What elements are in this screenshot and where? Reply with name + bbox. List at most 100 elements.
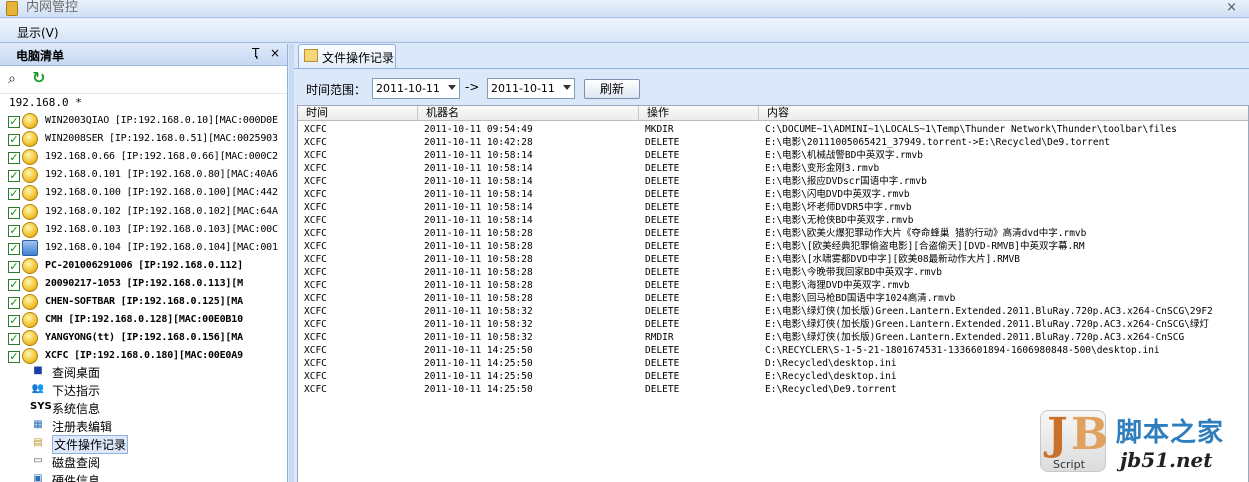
table-row[interactable]: XCFC 2011-10-11 10:58:32 RMDIR E:\电影\绿灯侠(加长… bbox=[298, 331, 1248, 344]
computer-item[interactable]: ✓ CHEN-SOFTBAR [IP:192.168.0.125][MA bbox=[8, 293, 287, 311]
check-icon[interactable]: ✓ bbox=[8, 170, 20, 183]
panel-close-icon[interactable]: × bbox=[270, 46, 280, 60]
table-cell: 2011-10-11 10:58:14 bbox=[424, 215, 533, 226]
check-icon[interactable]: ✓ bbox=[8, 134, 20, 147]
table-row[interactable]: XCFC 2011-10-11 10:58:14 DELETE E:\电影\机械战警B… bbox=[298, 149, 1248, 162]
computer-item[interactable]: ✓ YANGYONG(tt) [IP:192.168.0.156][MA bbox=[8, 329, 287, 347]
check-icon[interactable]: ✓ bbox=[8, 315, 20, 328]
table-cell: XCFC bbox=[304, 176, 327, 187]
table-cell: XCFC bbox=[304, 215, 327, 226]
binoculars-icon[interactable]: ⌕ bbox=[8, 71, 26, 87]
check-icon[interactable]: ✓ bbox=[8, 224, 20, 237]
column-header-operation[interactable]: 操作 bbox=[639, 106, 759, 121]
table-cell: 2011-10-11 10:58:28 bbox=[424, 293, 533, 304]
table-cell: XCFC bbox=[304, 228, 327, 239]
table-row[interactable]: XCFC 2011-10-11 10:58:28 DELETE E:\电影\[欧美经典… bbox=[298, 240, 1248, 253]
column-header-time[interactable]: 时间 bbox=[298, 106, 418, 121]
site-watermark: JB Script 脚本之家 jb51.net bbox=[1040, 409, 1245, 480]
table-row[interactable]: XCFC 2011-10-11 10:42:28 DELETE E:\电影\20111… bbox=[298, 136, 1248, 149]
table-row[interactable]: XCFC 2011-10-11 10:58:14 DELETE E:\电影\变形金刚3… bbox=[298, 162, 1248, 175]
table-row[interactable]: XCFC 2011-10-11 10:58:28 DELETE E:\电影\今晚带我回… bbox=[298, 266, 1248, 279]
table-cell: 2011-10-11 10:58:14 bbox=[424, 176, 533, 187]
table-row[interactable]: XCFC 2011-10-11 10:58:14 DELETE E:\电影\报应DVD… bbox=[298, 175, 1248, 188]
table-cell: XCFC bbox=[304, 267, 327, 278]
computer-label: CHEN-SOFTBAR [IP:192.168.0.125][MA bbox=[45, 296, 243, 307]
pin-icon[interactable]: Ҭ bbox=[252, 46, 259, 60]
table-row[interactable]: XCFC 2011-10-11 10:58:28 DELETE E:\电影\欧美火爆犯… bbox=[298, 227, 1248, 240]
table-cell: DELETE bbox=[645, 215, 680, 226]
check-icon[interactable]: ✓ bbox=[8, 297, 20, 309]
check-icon[interactable]: ✓ bbox=[8, 116, 20, 128]
computer-item[interactable]: ✓ 20090217-1053 [IP:192.168.0.113][M bbox=[8, 275, 287, 293]
check-icon[interactable]: ✓ bbox=[8, 188, 20, 201]
check-icon[interactable]: ✓ bbox=[8, 152, 20, 165]
check-icon[interactable]: ✓ bbox=[8, 242, 20, 255]
from-date-value: 2011-10-11 bbox=[376, 82, 440, 95]
check-icon[interactable]: ✓ bbox=[8, 206, 20, 219]
computer-item[interactable]: ✓ XCFC [IP:192.168.0.180][MAC:00E0A9 bbox=[8, 347, 287, 365]
smiley-icon bbox=[22, 348, 38, 365]
table-row[interactable]: XCFC 2011-10-11 10:58:28 DELETE E:\电影\[水啸雾都… bbox=[298, 253, 1248, 266]
table-row[interactable]: XCFC 2011-10-11 14:25:50 DELETE C:\RECYCLER… bbox=[298, 344, 1248, 357]
to-date-select[interactable]: 2011-10-11 bbox=[487, 78, 575, 99]
table-cell: DELETE bbox=[645, 228, 680, 239]
column-header-machine[interactable]: 机器名 bbox=[418, 106, 639, 121]
computer-item[interactable]: ✓ 192.168.0.66 [IP:192.168.0.66][MAC:000C… bbox=[8, 148, 287, 166]
table-cell: RMDIR bbox=[645, 332, 674, 343]
table-row[interactable]: XCFC 2011-10-11 10:58:32 DELETE E:\电影\绿灯侠(加… bbox=[298, 318, 1248, 331]
table-row[interactable]: XCFC 2011-10-11 09:54:49 MKDIR C:\DOCUME~1\… bbox=[298, 123, 1248, 136]
table-row[interactable]: XCFC 2011-10-11 14:25:50 DELETE E:\Recycled… bbox=[298, 383, 1248, 396]
computer-item[interactable]: ✓ 192.168.0.102 [IP:192.168.0.102][MAC:64… bbox=[8, 203, 287, 221]
check-icon[interactable]: ✓ bbox=[8, 278, 20, 291]
check-icon[interactable]: ✓ bbox=[8, 260, 20, 273]
refresh-button[interactable]: 刷新 bbox=[584, 79, 640, 99]
table-row[interactable]: XCFC 2011-10-11 10:58:32 DELETE E:\电影\绿灯侠(加… bbox=[298, 305, 1248, 318]
table-row[interactable]: XCFC 2011-10-11 14:25:50 DELETE D:\Recycled… bbox=[298, 357, 1248, 370]
computer-label: 192.168.0.100 [IP:192.168.0.100][MAC:442 bbox=[45, 187, 278, 199]
tree-root[interactable]: 192.168.0 * bbox=[9, 96, 82, 109]
smiley-icon bbox=[22, 330, 38, 347]
computer-item[interactable]: ✓ 192.168.0.101 [IP:192.168.0.80][MAC:40A… bbox=[8, 166, 287, 184]
check-icon[interactable]: ✓ bbox=[8, 351, 20, 364]
chevron-down-icon[interactable] bbox=[448, 85, 456, 90]
table-cell: XCFC bbox=[304, 124, 327, 135]
logo-script-text: Script bbox=[1053, 458, 1085, 471]
table-row[interactable]: XCFC 2011-10-11 10:58:14 DELETE E:\电影\坏老师DV… bbox=[298, 201, 1248, 214]
table-row[interactable]: XCFC 2011-10-11 10:58:28 DELETE E:\电影\回马枪BD… bbox=[298, 292, 1248, 305]
function-icon: SYS bbox=[30, 401, 52, 412]
computer-label: WIN2003QIAO [IP:192.168.0.10][MAC:000D0E bbox=[45, 115, 278, 126]
function-label: 注册表编辑 bbox=[52, 420, 113, 434]
table-cell: DELETE bbox=[645, 150, 680, 161]
table-row[interactable]: XCFC 2011-10-11 10:58:14 DELETE E:\电影\无枪侠BD… bbox=[298, 214, 1248, 227]
computer-label: 192.168.0.102 [IP:192.168.0.102][MAC:64A bbox=[45, 205, 278, 217]
table-cell: E:\电影\回马枪BD国语中字1024高清.rmvb bbox=[765, 293, 956, 304]
computer-item[interactable]: ✓ CMH [IP:192.168.0.128][MAC:00E0B10 bbox=[8, 311, 287, 329]
table-row[interactable]: XCFC 2011-10-11 10:58:14 DELETE E:\电影\闪电DVD… bbox=[298, 188, 1248, 201]
table-cell: 2011-10-11 14:25:50 bbox=[424, 358, 533, 369]
computer-item[interactable]: ✓ 192.168.0.103 [IP:192.168.0.103][MAC:00… bbox=[8, 221, 287, 239]
computer-item[interactable]: ✓ 192.168.0.104 [IP:192.168.0.104][MAC:00… bbox=[8, 239, 287, 257]
function-label: 查阅桌面 bbox=[52, 366, 101, 380]
tab-file-operation-log[interactable]: 文件操作记录 bbox=[298, 44, 396, 68]
panel-title: 电脑清单 bbox=[16, 49, 65, 63]
refresh-icon[interactable]: ↻ bbox=[32, 70, 48, 86]
to-date-value: 2011-10-11 bbox=[491, 82, 555, 95]
table-row[interactable]: XCFC 2011-10-11 10:58:28 DELETE E:\电影\海狸DVD… bbox=[298, 279, 1248, 292]
check-icon[interactable]: ✓ bbox=[8, 333, 20, 346]
close-icon[interactable]: × bbox=[1226, 0, 1237, 16]
table-cell: XCFC bbox=[304, 306, 327, 317]
computer-item[interactable]: ✓ WIN2003QIAO [IP:192.168.0.10][MAC:000D0… bbox=[8, 112, 287, 130]
table-row[interactable]: XCFC 2011-10-11 14:25:50 DELETE E:\Recycled… bbox=[298, 370, 1248, 383]
from-date-select[interactable]: 2011-10-11 bbox=[372, 78, 460, 99]
smiley-icon bbox=[22, 275, 38, 292]
menu-view[interactable]: 显示(V) bbox=[17, 24, 59, 41]
computer-label: 192.168.0.101 [IP:192.168.0.80][MAC:40A6 bbox=[45, 169, 278, 181]
table-cell: 2011-10-11 10:58:32 bbox=[424, 319, 533, 330]
computer-item[interactable]: ✓ PC-201006291006 [IP:192.168.0.112] bbox=[8, 257, 287, 275]
computer-item[interactable]: ✓ 192.168.0.100 [IP:192.168.0.100][MAC:44… bbox=[8, 184, 287, 202]
table-cell: E:\电影\海狸DVD中英双字.rmvb bbox=[765, 280, 910, 291]
column-header-content[interactable]: 内容 bbox=[759, 106, 1248, 121]
smiley-icon bbox=[22, 149, 38, 166]
computer-item[interactable]: ✓ WIN2008SER [IP:192.168.0.51][MAC:002590… bbox=[8, 130, 287, 148]
chevron-down-icon[interactable] bbox=[563, 85, 571, 90]
